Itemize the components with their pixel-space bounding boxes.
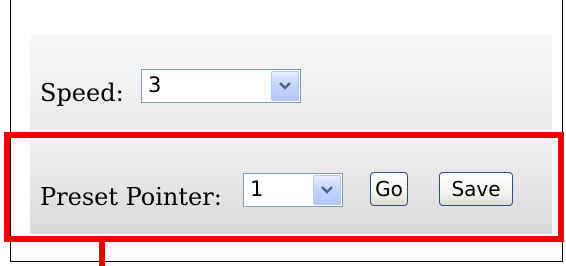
callout-pointer [99,242,105,266]
highlight-box [4,132,564,242]
chevron-down-icon [279,82,291,90]
speed-select-value: 3 [148,73,162,97]
speed-dropdown-button[interactable] [271,71,299,101]
speed-select[interactable]: 3 [141,69,301,103]
speed-label: Speed: [40,79,124,107]
